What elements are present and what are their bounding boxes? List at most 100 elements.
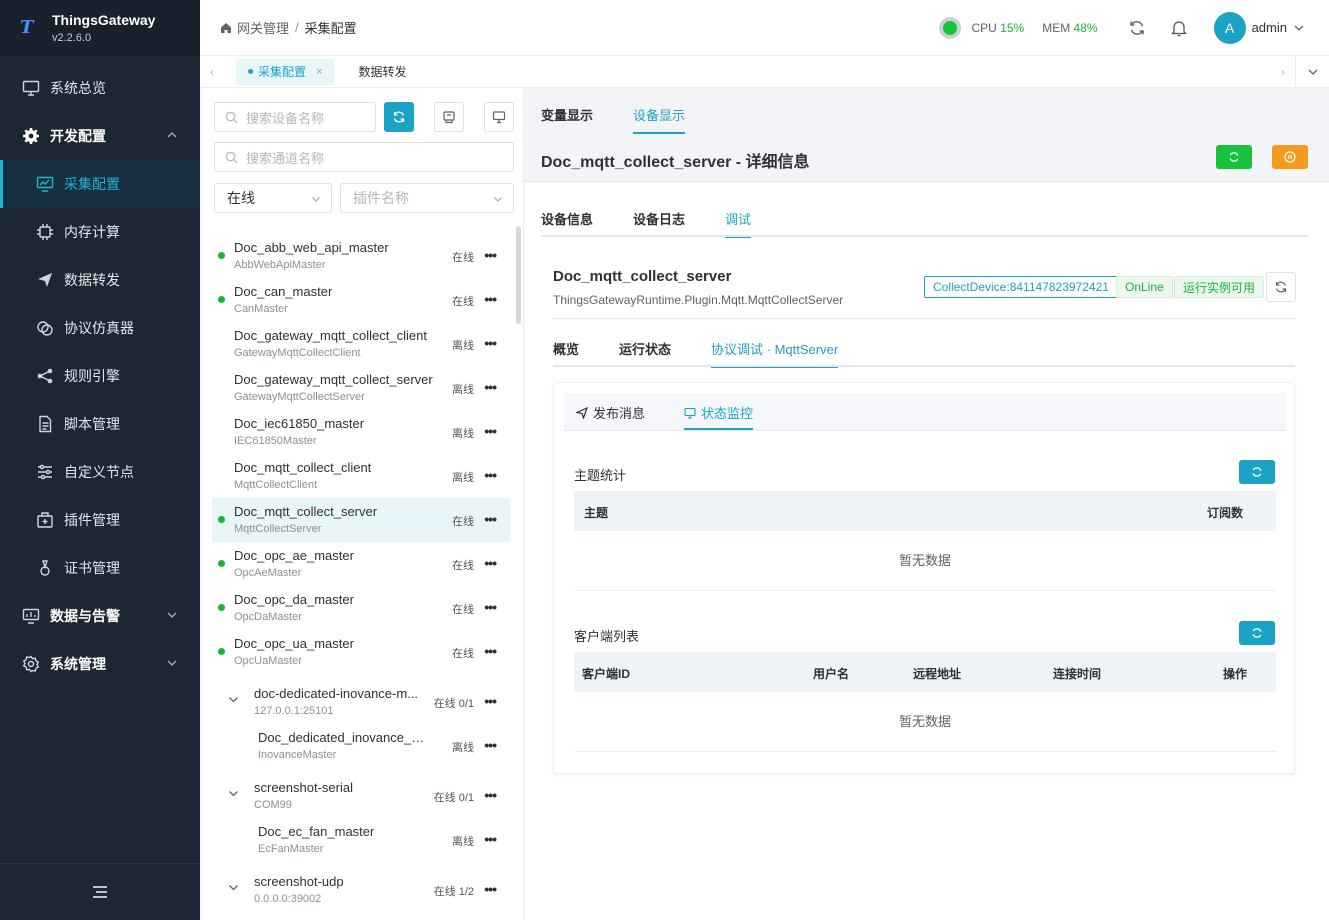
sidebar-collapse-button[interactable] bbox=[0, 863, 200, 920]
sidebar-item-label: 内存计算 bbox=[64, 224, 120, 240]
device-item[interactable]: Doc_gateway_mqtt_collect_server GatewayMq… bbox=[212, 366, 510, 410]
avatar[interactable]: A bbox=[1213, 11, 1246, 44]
refresh-device-button[interactable] bbox=[1266, 272, 1296, 302]
column-header[interactable]: 客户端ID bbox=[582, 665, 630, 682]
refresh-clients-button[interactable] bbox=[1239, 621, 1275, 645]
refresh-icon bbox=[1252, 467, 1262, 477]
sidebar-item-rule-engine[interactable]: 规则引擎 bbox=[0, 352, 200, 400]
device-item[interactable]: Doc_mqtt_collect_client MqttCollectClient… bbox=[212, 454, 510, 498]
instance-available-tag: 运行实例可用 bbox=[1174, 276, 1265, 298]
pause-detail-button[interactable] bbox=[1272, 145, 1308, 169]
more-icon[interactable]: ••• bbox=[484, 379, 497, 395]
column-header[interactable]: 连接时间 bbox=[1053, 665, 1101, 682]
column-header[interactable]: 用户名 bbox=[813, 665, 849, 682]
tabs-dropdown-button[interactable] bbox=[1295, 56, 1329, 87]
device-item[interactable]: Doc_iec61850_master IEC61850Master 离线 ••• bbox=[212, 410, 510, 454]
sidebar-item-script-mgmt[interactable]: 脚本管理 bbox=[0, 400, 200, 448]
sidebar-item-custom-node[interactable]: 自定义节点 bbox=[0, 448, 200, 496]
sidebar-item-label: 插件管理 bbox=[64, 512, 120, 528]
tab-device-info[interactable]: 设备信息 bbox=[541, 209, 593, 238]
more-icon[interactable]: ••• bbox=[484, 643, 497, 659]
sidebar-item-overview[interactable]: 系统总览 bbox=[0, 64, 200, 112]
status-select[interactable]: 在线 bbox=[214, 183, 332, 213]
more-icon[interactable]: ••• bbox=[484, 693, 497, 709]
device-item[interactable]: Doc_opc_ua_master OpcUaMaster 在线 ••• bbox=[212, 630, 510, 674]
more-icon[interactable]: ••• bbox=[484, 247, 497, 263]
tab-debug[interactable]: 调试 bbox=[725, 209, 752, 238]
username[interactable]: admin bbox=[1252, 20, 1287, 35]
device-item[interactable]: Doc_opc_da_master OpcDaMaster 在线 ••• bbox=[212, 586, 510, 630]
tab-publish[interactable]: 发布消息 bbox=[576, 403, 645, 422]
column-header[interactable]: 操作 bbox=[1223, 665, 1247, 682]
more-icon[interactable]: ••• bbox=[484, 511, 497, 527]
column-header[interactable]: 订阅数 bbox=[1207, 504, 1243, 521]
display-button[interactable] bbox=[484, 102, 514, 132]
device-list-scrollbar[interactable] bbox=[516, 226, 521, 324]
printer-icon bbox=[443, 111, 455, 124]
channel-group-item[interactable]: screenshot-udp 0.0.0.0:39002 在线 1/2 ••• bbox=[212, 868, 510, 912]
refresh-tree-button[interactable] bbox=[384, 102, 414, 132]
tab-protocol-debug[interactable]: 协议调试 · MqttServer bbox=[711, 339, 839, 368]
tab-devices[interactable]: 设备显示 bbox=[633, 105, 686, 134]
sidebar-item-memory-calc[interactable]: 内存计算 bbox=[0, 208, 200, 256]
device-item[interactable]: Doc_opc_ae_master OpcAeMaster 在线 ••• bbox=[212, 542, 510, 586]
more-icon[interactable]: ••• bbox=[484, 737, 497, 753]
chevron-down-icon[interactable] bbox=[228, 788, 239, 799]
sidebar-item-data-forward[interactable]: 数据转发 bbox=[0, 256, 200, 304]
sidebar-item-collect-config[interactable]: 采集配置 bbox=[0, 160, 200, 208]
chevron-down-icon[interactable] bbox=[228, 882, 239, 893]
export-button[interactable] bbox=[434, 102, 464, 132]
breadcrumb-item[interactable]: 网关管理 bbox=[237, 18, 289, 37]
column-header[interactable]: 主题 bbox=[584, 504, 608, 521]
refresh-topics-button[interactable] bbox=[1239, 460, 1275, 484]
chevron-down-icon[interactable] bbox=[228, 694, 239, 705]
more-icon[interactable]: ••• bbox=[484, 787, 497, 803]
device-item[interactable]: Doc_dedicated_inovance_ma... InovanceMast… bbox=[212, 724, 510, 768]
online-tag: OnLine bbox=[1116, 276, 1173, 298]
tab-overview[interactable]: 概览 bbox=[553, 339, 579, 368]
device-item[interactable]: Doc_ec_fan_master EcFanMaster 离线 ••• bbox=[212, 818, 510, 862]
tab-run-status[interactable]: 运行状态 bbox=[619, 339, 671, 368]
more-icon[interactable]: ••• bbox=[484, 423, 497, 439]
sidebar-item-protocol-sim[interactable]: 协议仿真器 bbox=[0, 304, 200, 352]
sidebar-item-label: 采集配置 bbox=[64, 176, 120, 192]
device-item[interactable]: Doc_abb_web_api_master AbbWebApiMaster 在线 •… bbox=[212, 234, 510, 278]
channel-group-item[interactable]: screenshot-serial COM99 在线 0/1 ••• bbox=[212, 774, 510, 818]
file-icon bbox=[36, 415, 54, 433]
sidebar-item-plugin-mgmt[interactable]: 插件管理 bbox=[0, 496, 200, 544]
page-tab-data-forward[interactable]: 数据转发 bbox=[346, 59, 418, 85]
more-icon[interactable]: ••• bbox=[484, 599, 497, 615]
tab-status-monitor[interactable]: 状态监控 bbox=[684, 403, 754, 430]
channel-search-input[interactable]: 搜索通道名称 bbox=[214, 142, 514, 172]
sidebar-item-system-mgmt[interactable]: 系统管理 bbox=[0, 640, 200, 688]
tab-device-log[interactable]: 设备日志 bbox=[633, 209, 685, 238]
device-item[interactable]: Doc_can_master CanMaster 在线 ••• bbox=[212, 278, 510, 322]
close-icon[interactable]: × bbox=[316, 66, 322, 78]
plugin-select[interactable]: 插件名称 bbox=[340, 183, 514, 213]
tabs-scroll-right-icon[interactable]: › bbox=[1271, 56, 1295, 87]
channel-group-item[interactable]: doc-dedicated-inovance-m... 127.0.0.1:251… bbox=[212, 680, 510, 724]
more-icon[interactable]: ••• bbox=[484, 335, 497, 351]
more-icon[interactable]: ••• bbox=[484, 291, 497, 307]
column-header[interactable]: 远程地址 bbox=[913, 665, 961, 682]
more-icon[interactable]: ••• bbox=[484, 881, 497, 897]
sidebar-item-label: 系统管理 bbox=[50, 656, 106, 672]
bell-icon[interactable] bbox=[1170, 19, 1188, 37]
more-icon[interactable]: ••• bbox=[484, 467, 497, 483]
sidebar-item-cert-mgmt[interactable]: 证书管理 bbox=[0, 544, 200, 592]
online-dot bbox=[218, 296, 225, 303]
device-item-selected[interactable]: Doc_mqtt_collect_server MqttCollectServer… bbox=[212, 498, 510, 542]
chevron-up-icon bbox=[167, 132, 177, 138]
more-icon[interactable]: ••• bbox=[484, 555, 497, 571]
sidebar-item-data-alarm[interactable]: 数据与告警 bbox=[0, 592, 200, 640]
more-icon[interactable]: ••• bbox=[484, 831, 497, 847]
refresh-detail-button[interactable] bbox=[1216, 145, 1252, 169]
chevron-down-icon[interactable] bbox=[1293, 22, 1305, 34]
tabs-scroll-left-icon[interactable]: ‹ bbox=[200, 65, 224, 79]
tab-variables[interactable]: 变量显示 bbox=[541, 105, 593, 134]
page-tab-collect-config[interactable]: 采集配置 × bbox=[236, 58, 335, 85]
device-item[interactable]: Doc_gateway_mqtt_collect_client GatewayMq… bbox=[212, 322, 510, 366]
refresh-icon[interactable] bbox=[1128, 19, 1146, 37]
sidebar-item-dev-config[interactable]: 开发配置 bbox=[0, 112, 200, 160]
device-search-input[interactable]: 搜索设备名称 bbox=[214, 102, 376, 132]
